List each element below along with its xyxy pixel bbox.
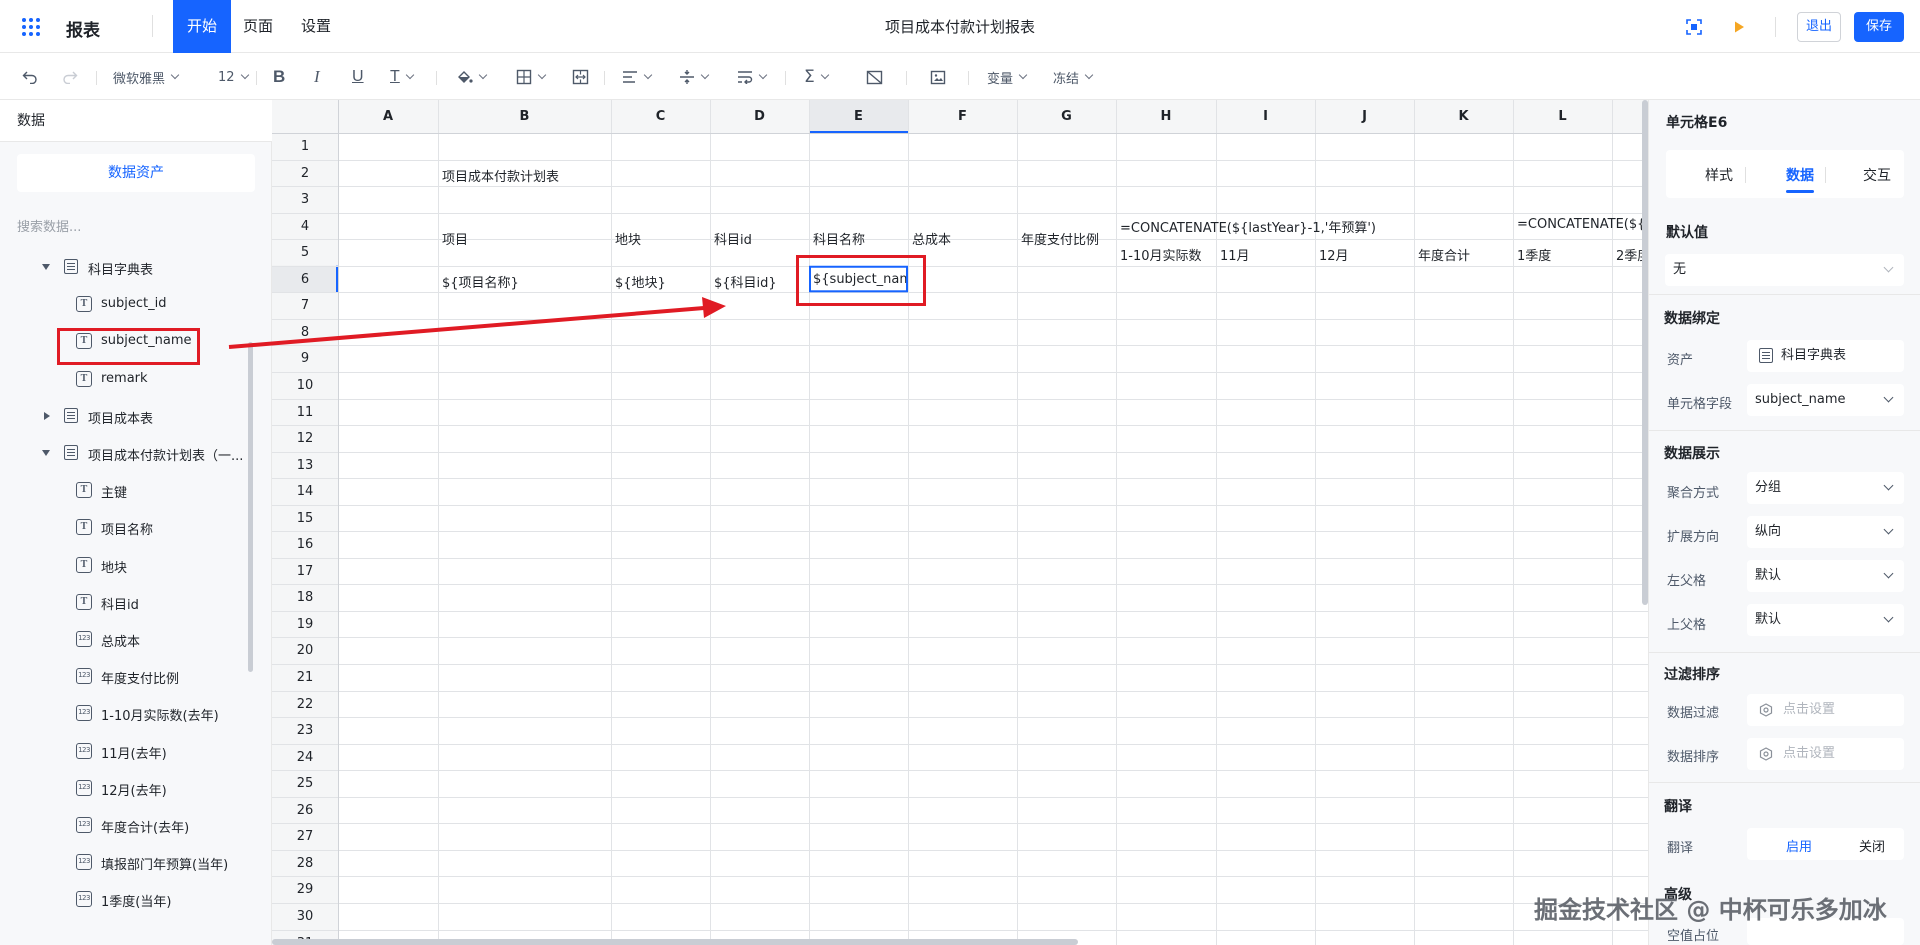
watermark: 掘金技术社区 @ 中杯可乐多加冰 [1534, 896, 1887, 924]
annotation-arrow [228, 297, 726, 349]
